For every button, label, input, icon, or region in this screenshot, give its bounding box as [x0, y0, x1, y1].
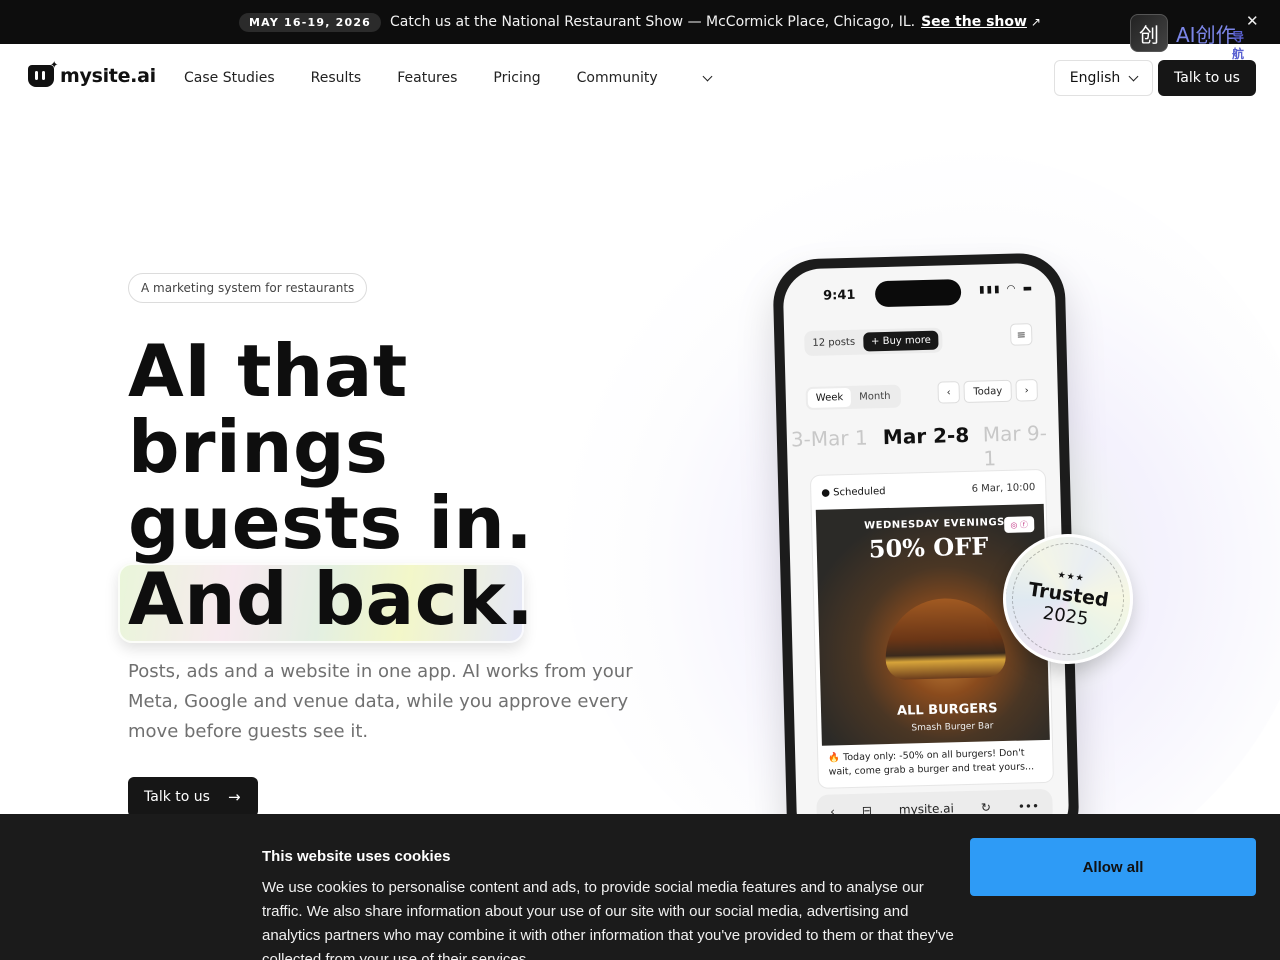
headline-line-3: guests in. — [128, 481, 534, 565]
site-logo[interactable]: ✦ mysite.ai — [28, 60, 156, 87]
nav-community-label: Community — [576, 70, 658, 86]
buy-more-button: + Buy more — [862, 330, 940, 352]
hero-subtext: Posts, ads and a website in one app. AI … — [128, 661, 633, 742]
chevron-left-icon: ‹ — [937, 381, 961, 404]
cookie-body: We use cookies to personalise content an… — [262, 879, 954, 960]
view-month: Month — [859, 390, 891, 403]
cookie-title: This website uses cookies — [262, 848, 451, 865]
week-carousel: 3-Mar 1 Mar 2-8 Mar 9-1 — [787, 420, 1059, 471]
promo-line-2: 50% OFF — [868, 531, 989, 564]
hero-tag: A marketing system for restaurants — [128, 273, 368, 303]
badge-ring — [1004, 535, 1132, 663]
nav-links: Case Studies Results Features Pricing Co… — [184, 70, 713, 86]
logo-icon: ✦ — [28, 60, 58, 87]
external-link-icon: ↗ — [1030, 15, 1041, 29]
menu-icon: ≡ — [1009, 323, 1033, 346]
promo-line-4: Smash Burger Bar — [911, 721, 994, 734]
event-date-badge: MAY 16-19, 2026 — [239, 12, 382, 32]
promo-line-3: ALL BURGERS — [896, 701, 998, 719]
phone-time: 9:41 — [822, 287, 856, 304]
logo-text: mysite.ai — [60, 65, 156, 87]
reload-icon: ↻ — [980, 800, 992, 815]
announcement-bar: MAY 16-19, 2026 Catch us at the National… — [0, 0, 1280, 44]
cookie-banner: This website uses cookies We use cookies… — [0, 814, 1280, 960]
hero-headline: AI that brings guests in. And back. — [128, 333, 534, 637]
announcement-message: Catch us at the National Restaurant Show… — [390, 14, 916, 30]
posts-count: 12 posts — [812, 336, 856, 349]
headline-line-1: AI that — [128, 329, 408, 413]
chevron-right-icon: › — [1015, 379, 1038, 402]
nav-case-studies[interactable]: Case Studies — [184, 70, 275, 86]
language-label: English — [1069, 70, 1121, 86]
week-next: Mar 9-1 — [982, 420, 1048, 471]
headline-line-2: brings — [128, 405, 389, 489]
view-toggle: Week Month — [805, 384, 901, 411]
close-icon[interactable]: ✕ — [1246, 12, 1259, 30]
main-navigation: ✦ mysite.ai Case Studies Results Feature… — [0, 44, 1280, 112]
talk-to-us-button[interactable]: Talk to us — [1158, 60, 1256, 96]
post-time: 6 Mar, 10:00 — [971, 482, 1036, 495]
status-icons: ▮▮▮ ◠ ▬ — [978, 283, 1035, 296]
nav-results[interactable]: Results — [311, 70, 362, 86]
nav-pricing[interactable]: Pricing — [493, 70, 540, 86]
dynamic-island — [874, 278, 962, 308]
cta-label: Talk to us — [144, 789, 210, 805]
nav-community-dropdown[interactable]: Community — [576, 70, 713, 86]
language-selector[interactable]: English — [1054, 60, 1153, 96]
headline-line-4: And back. — [128, 557, 535, 641]
burger-illustration — [884, 596, 1007, 681]
week-current: Mar 2-8 — [882, 422, 970, 450]
view-week: Week — [807, 387, 852, 409]
chevron-down-icon — [1128, 71, 1139, 81]
post-caption: 🔥 Today only: -50% on all burgers! Don't… — [828, 747, 1035, 778]
more-icon: ••• — [1017, 799, 1040, 814]
chevron-down-icon — [702, 71, 713, 81]
nav-features[interactable]: Features — [397, 70, 457, 86]
see-the-show-link[interactable]: See the show — [921, 14, 1027, 30]
posts-counter: 12 posts + Buy more — [804, 327, 944, 357]
week-prev: 3-Mar 1 — [790, 425, 868, 452]
allow-all-button[interactable]: Allow all — [970, 838, 1256, 896]
today-button: Today — [963, 379, 1012, 403]
promo-line-1: WEDNESDAY EVENINGS — [864, 516, 1005, 532]
hero-talk-to-us-button[interactable]: Talk to us → — [128, 777, 258, 817]
social-icons: ◎ ⓕ — [1004, 516, 1035, 533]
arrow-right-icon: → — [227, 788, 241, 806]
post-status: ● Scheduled — [821, 486, 886, 499]
